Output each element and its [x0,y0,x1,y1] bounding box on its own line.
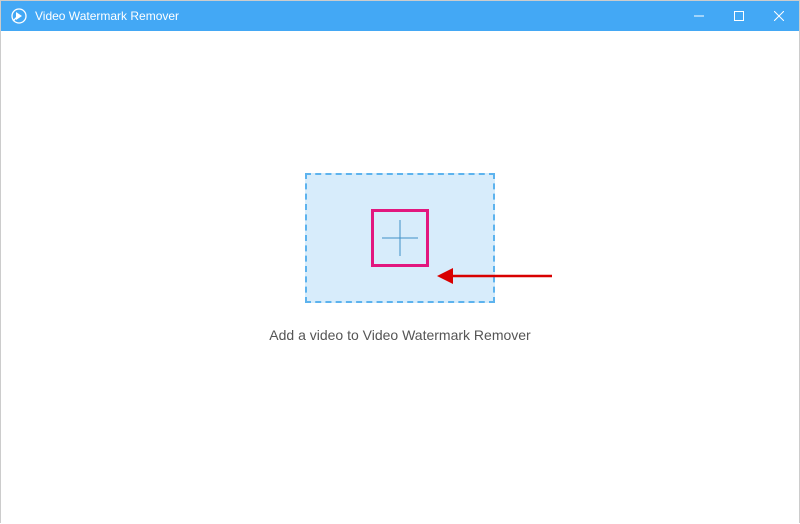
main-area: Add a video to Video Watermark Remover [1,31,799,524]
close-button[interactable] [759,1,799,31]
plus-icon [382,220,418,256]
minimize-button[interactable] [679,1,719,31]
minimize-icon [694,11,704,21]
app-title: Video Watermark Remover [35,9,179,23]
maximize-icon [734,11,744,21]
close-icon [774,11,784,21]
app-logo-icon [11,8,27,24]
window-controls [679,1,799,31]
plus-highlight-box [371,209,429,267]
add-video-dropzone[interactable] [305,173,495,303]
instruction-text: Add a video to Video Watermark Remover [269,327,530,343]
titlebar: Video Watermark Remover [1,1,799,31]
titlebar-left: Video Watermark Remover [11,8,179,24]
maximize-button[interactable] [719,1,759,31]
